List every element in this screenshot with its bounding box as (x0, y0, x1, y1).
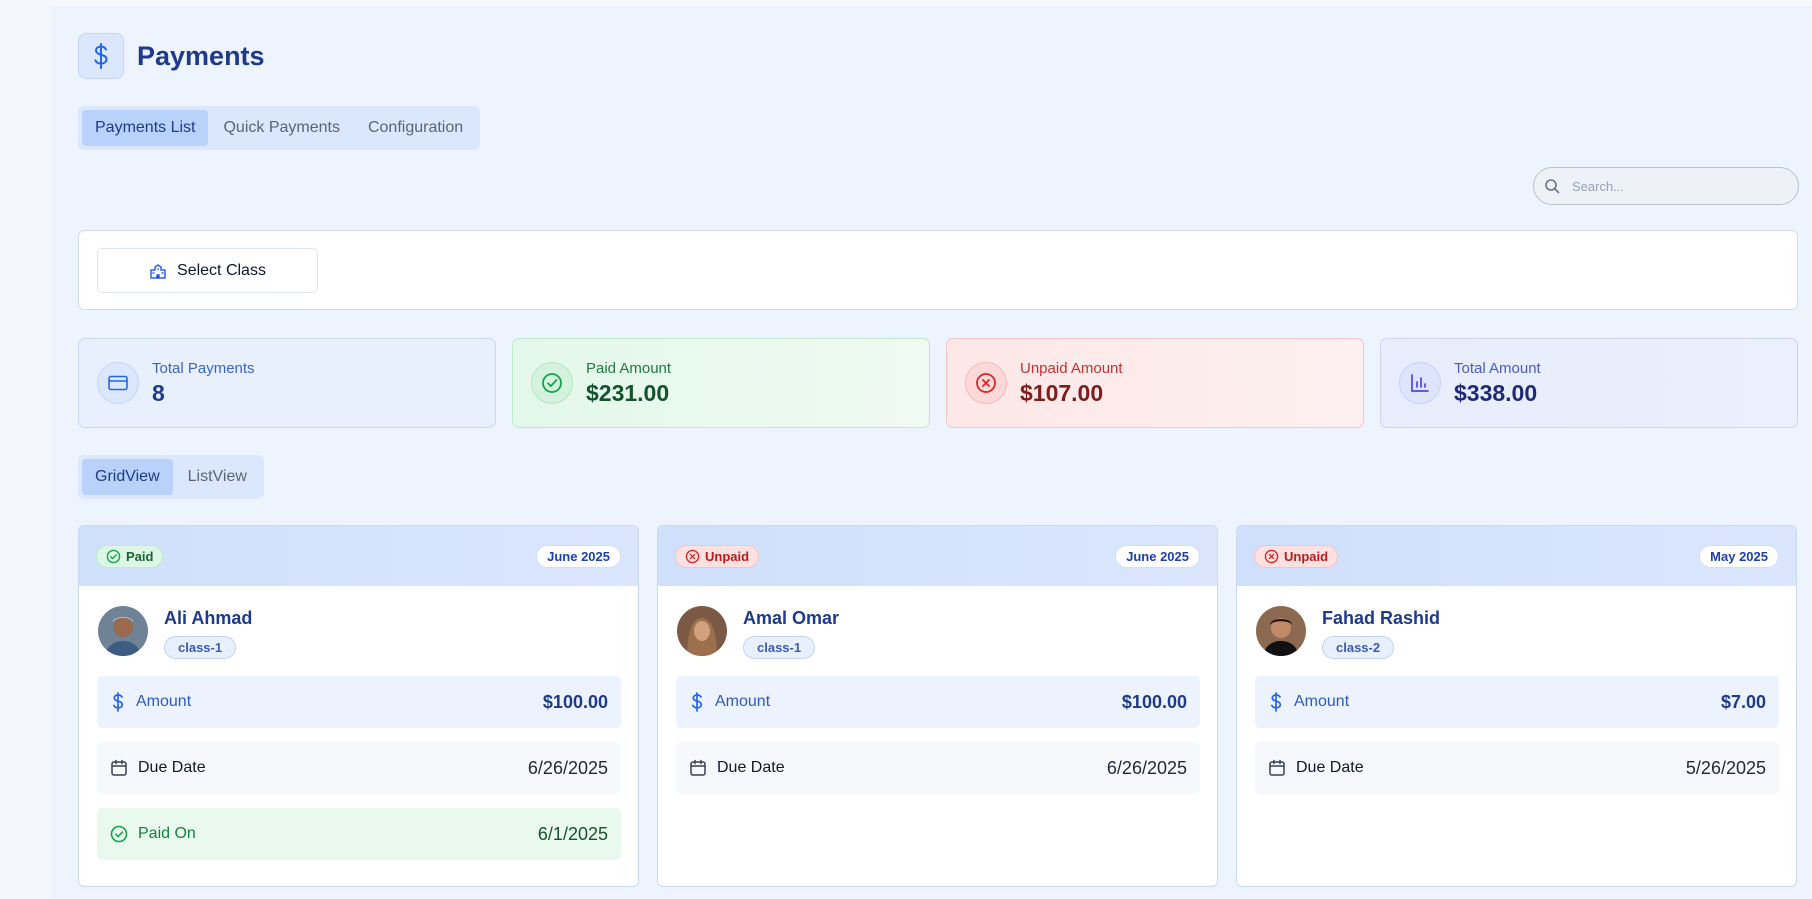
month-badge: June 2025 (536, 544, 621, 568)
calendar-icon (1269, 759, 1285, 776)
dollar-icon (78, 33, 124, 79)
calendar-icon (111, 759, 127, 776)
dollar-icon (112, 692, 124, 712)
search-input[interactable] (1572, 178, 1772, 194)
dollar-icon (1270, 692, 1282, 712)
payment-card[interactable]: Paid June 2025 Ali Ahmad class-1 Amount … (78, 525, 639, 887)
amount-value: $7.00 (1720, 691, 1766, 712)
check-circle-icon (531, 362, 573, 404)
search-box (1533, 167, 1799, 205)
status-badge: Paid (96, 544, 164, 568)
page-title: Payments (137, 40, 265, 71)
check-circle-icon (106, 549, 121, 563)
due-date-label: Due Date (1296, 759, 1364, 776)
paid-on-row: Paid On 6/1/2025 (97, 808, 621, 860)
month-badge: May 2025 (1699, 544, 1779, 568)
bar-chart-icon (1399, 362, 1441, 404)
amount-label: Amount (715, 693, 771, 710)
amount-value: $100.00 (542, 691, 608, 712)
paid-on-label: Paid On (138, 825, 196, 842)
list-view-button[interactable]: ListView (175, 459, 260, 495)
amount-label: Amount (1294, 693, 1350, 710)
avatar (1256, 606, 1306, 656)
stat-total-amount: Total Amount $338.00 (1380, 338, 1798, 428)
side-rail (0, 0, 50, 899)
school-icon (150, 263, 166, 279)
grid-view-button[interactable]: GridView (82, 459, 173, 495)
stat-value: $338.00 (1454, 379, 1538, 406)
due-date-value: 6/26/2025 (527, 757, 608, 778)
payment-card[interactable]: Unpaid May 2025 Fahad Rashid class-2 Amo… (1236, 525, 1797, 887)
amount-label: Amount (136, 693, 192, 710)
stat-label: Total Payments (152, 359, 255, 377)
check-circle-icon (110, 825, 128, 843)
due-date-row: Due Date 6/26/2025 (676, 742, 1200, 794)
paid-on-value: 6/1/2025 (537, 823, 608, 844)
status-text: Unpaid (705, 548, 750, 564)
due-date-value: 6/26/2025 (1106, 757, 1187, 778)
stat-unpaid-amount: Unpaid Amount $107.00 (946, 338, 1364, 428)
stat-label: Total Amount (1454, 359, 1541, 377)
card-header: Unpaid June 2025 (658, 526, 1217, 586)
student-info: Ali Ahmad class-1 (98, 606, 252, 659)
stat-value: $231.00 (586, 379, 670, 406)
student-info: Amal Omar class-1 (677, 606, 839, 659)
search-icon (1545, 179, 1560, 194)
due-date-label: Due Date (717, 759, 785, 776)
x-circle-icon (685, 549, 700, 563)
status-badge: Unpaid (1254, 544, 1339, 568)
class-pill: class-1 (743, 636, 816, 659)
tab-configuration[interactable]: Configuration (355, 110, 476, 146)
student-name: Ali Ahmad (164, 608, 253, 628)
tab-bar: Payments List Quick Payments Configurati… (78, 106, 481, 150)
payment-card[interactable]: Unpaid June 2025 Amal Omar class-1 Amoun… (657, 525, 1218, 887)
x-circle-icon (965, 362, 1007, 404)
credit-card-icon (97, 362, 139, 404)
class-pill: class-2 (1322, 636, 1395, 659)
month-badge: June 2025 (1115, 544, 1200, 568)
student-info: Fahad Rashid class-2 (1256, 606, 1440, 659)
filter-panel: Select Class (78, 230, 1798, 310)
select-class-label: Select Class (177, 261, 266, 279)
tab-payments-list[interactable]: Payments List (82, 110, 209, 146)
tab-quick-payments[interactable]: Quick Payments (210, 110, 352, 146)
amount-row: Amount $100.00 (676, 676, 1200, 728)
stat-total-payments: Total Payments 8 (78, 338, 496, 428)
stat-label: Unpaid Amount (1020, 359, 1123, 377)
avatar (98, 606, 148, 656)
stat-value: $107.00 (1020, 379, 1104, 406)
student-name: Amal Omar (743, 608, 840, 628)
page-header: Payments (78, 33, 265, 79)
card-header: Paid June 2025 (79, 526, 638, 586)
student-name: Fahad Rashid (1322, 608, 1441, 628)
view-toggle: GridView ListView (78, 455, 264, 499)
dollar-icon (691, 692, 703, 712)
status-text: Paid (126, 548, 154, 564)
amount-row: Amount $7.00 (1255, 676, 1779, 728)
class-pill: class-1 (164, 636, 237, 659)
stat-label: Paid Amount (586, 359, 672, 377)
due-date-row: Due Date 5/26/2025 (1255, 742, 1779, 794)
status-text: Unpaid (1284, 548, 1329, 564)
select-class-button[interactable]: Select Class (97, 248, 318, 293)
stat-paid-amount: Paid Amount $231.00 (512, 338, 930, 428)
amount-row: Amount $100.00 (97, 676, 621, 728)
amount-value: $100.00 (1121, 691, 1187, 712)
avatar (677, 606, 727, 656)
stat-value: 8 (152, 379, 165, 406)
card-header: Unpaid May 2025 (1237, 526, 1796, 586)
due-date-row: Due Date 6/26/2025 (97, 742, 621, 794)
calendar-icon (690, 759, 706, 776)
due-date-label: Due Date (138, 759, 206, 776)
due-date-value: 5/26/2025 (1685, 757, 1766, 778)
status-badge: Unpaid (675, 544, 760, 568)
x-circle-icon (1264, 549, 1279, 563)
main-content: Payments Payments List Quick Payments Co… (50, 6, 1812, 899)
